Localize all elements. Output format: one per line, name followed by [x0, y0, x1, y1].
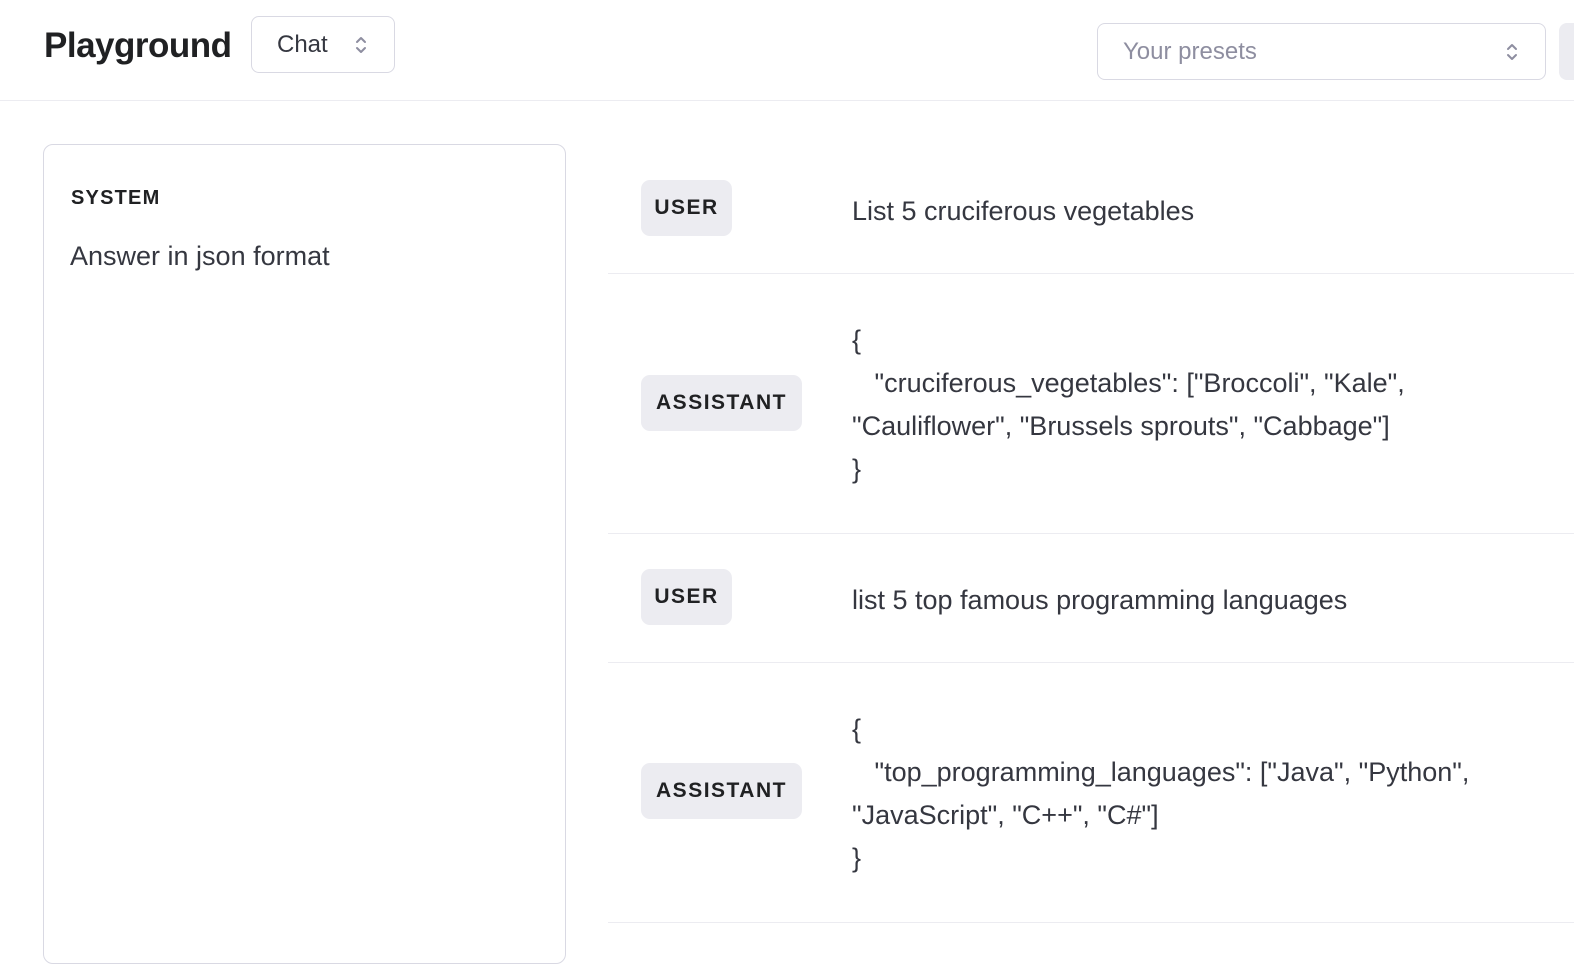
role-toggle-user[interactable]: USER — [641, 180, 732, 236]
chevron-up-down-icon — [1507, 44, 1517, 60]
role-toggle-user[interactable]: USER — [641, 569, 732, 625]
presets-select[interactable]: Your presets — [1097, 23, 1546, 80]
toolbar-button-partial[interactable] — [1559, 23, 1574, 80]
message-content[interactable]: List 5 cruciferous vegetables — [852, 190, 1562, 233]
mode-select-value: Chat — [277, 30, 328, 58]
message-row[interactable]: ASSISTANT { "top_programming_languages":… — [608, 663, 1574, 923]
top-bar: Playground Chat Your presets — [0, 0, 1574, 101]
presets-placeholder: Your presets — [1123, 37, 1257, 65]
message-row[interactable]: USER list 5 top famous programming langu… — [608, 534, 1574, 663]
mode-select[interactable]: Chat — [251, 16, 395, 73]
page-title: Playground — [44, 26, 232, 65]
message-content[interactable]: list 5 top famous programming languages — [852, 579, 1562, 622]
message-content[interactable]: { "cruciferous_vegetables": ["Broccoli",… — [852, 319, 1562, 491]
message-content[interactable]: { "top_programming_languages": ["Java", … — [852, 708, 1562, 880]
role-toggle-assistant[interactable]: ASSISTANT — [641, 763, 802, 819]
message-list: USER List 5 cruciferous vegetables ASSIS… — [608, 144, 1574, 923]
chevron-up-down-icon — [356, 37, 366, 53]
system-message-text[interactable]: Answer in json format — [70, 241, 330, 272]
message-row[interactable]: ASSISTANT { "cruciferous_vegetables": ["… — [608, 274, 1574, 534]
system-message-panel[interactable]: SYSTEM Answer in json format — [43, 144, 566, 964]
message-row[interactable]: USER List 5 cruciferous vegetables — [608, 144, 1574, 274]
system-label: SYSTEM — [71, 187, 161, 209]
role-toggle-assistant[interactable]: ASSISTANT — [641, 375, 802, 431]
